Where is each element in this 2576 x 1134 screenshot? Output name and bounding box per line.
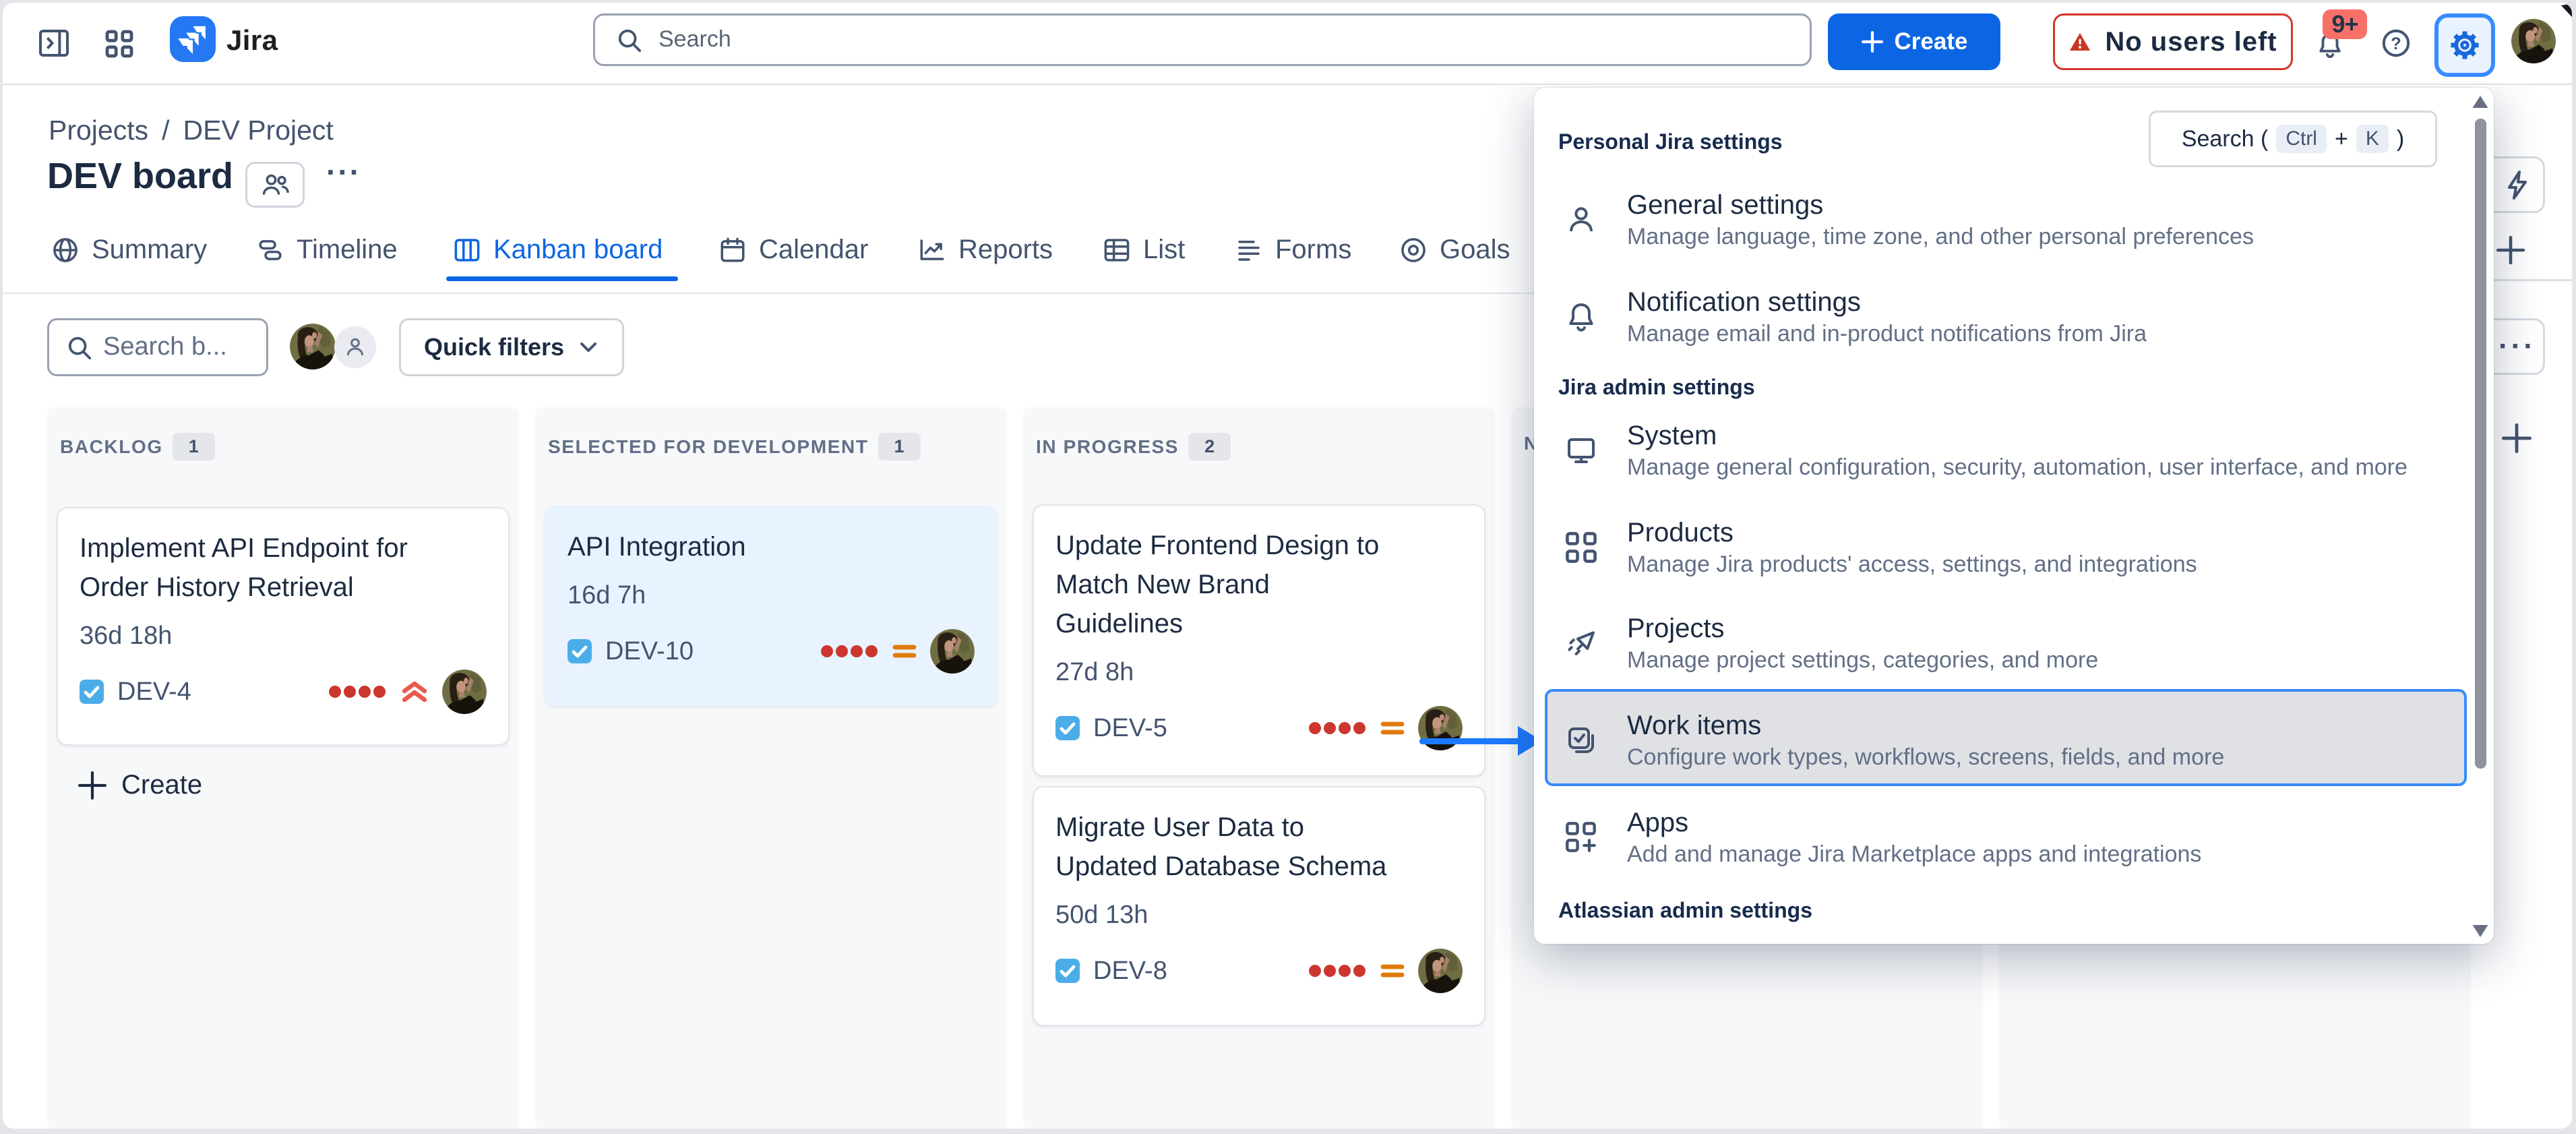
- svg-text:?: ?: [2391, 34, 2401, 53]
